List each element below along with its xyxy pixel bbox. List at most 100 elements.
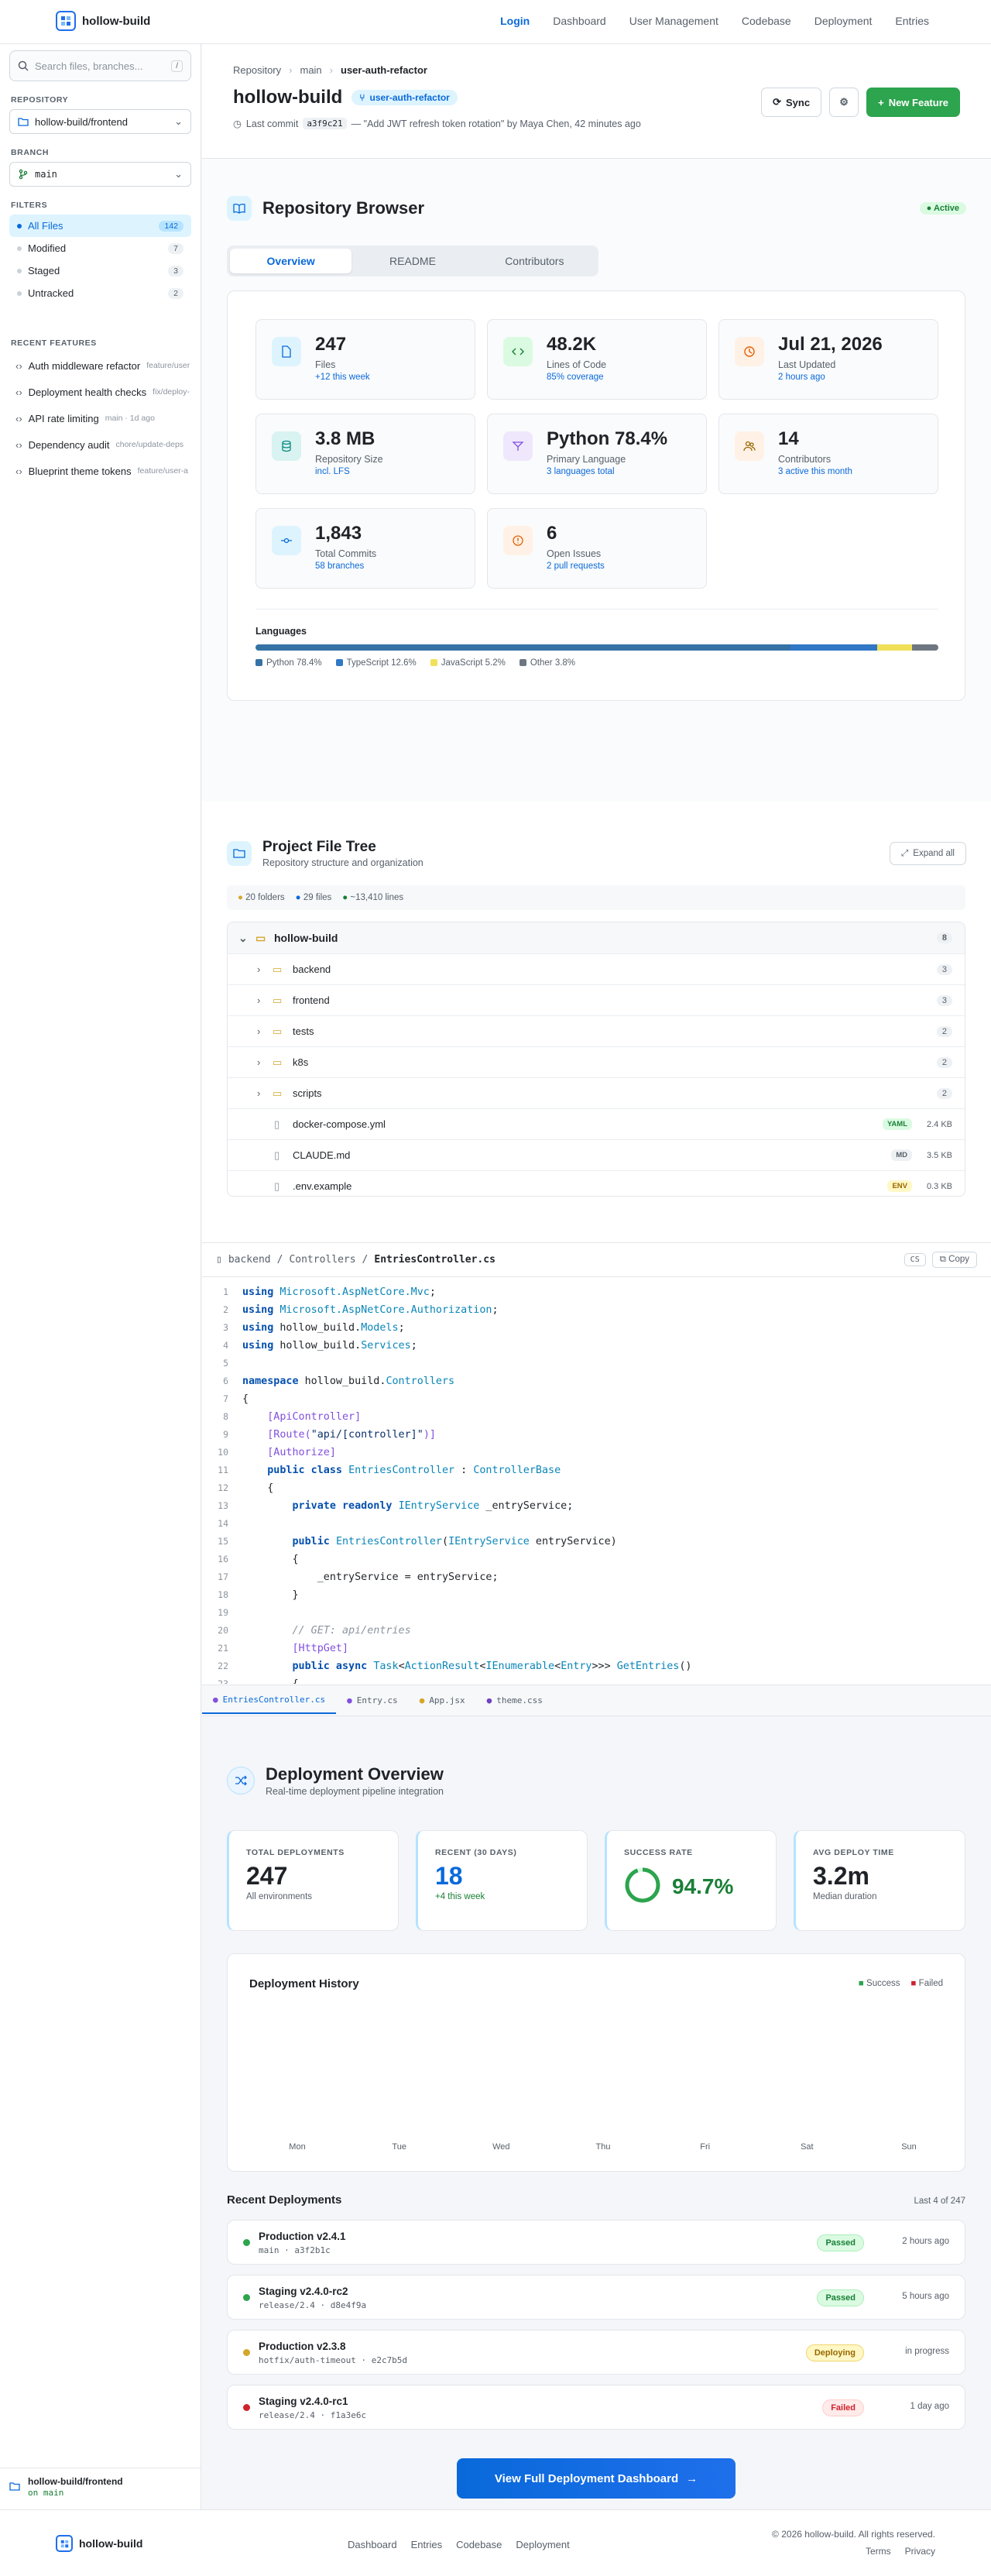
stat-sub: 3 active this month (778, 467, 852, 476)
nav-login[interactable]: Login (500, 15, 530, 27)
tree-file[interactable]: ▯ docker-compose.yml YAML 2.4 KB (228, 1108, 965, 1139)
copy-button[interactable]: ⧉ Copy (931, 1252, 977, 1268)
deployment-item[interactable]: Staging v2.4.0-rc1 release/2.4 · f1a3e6c F… (227, 2385, 965, 2430)
code-path-dir[interactable]: backend (228, 1254, 271, 1266)
repo-label: REPOSITORY (11, 95, 69, 105)
file-tab[interactable]: ● Entry.cs (336, 1688, 409, 1714)
folder-icon: ▭ (273, 963, 283, 975)
tree-folder[interactable]: › ▭ frontend 3 (228, 984, 965, 1015)
tree-title: Project File Tree (262, 839, 376, 855)
code-line: 13 private readonly IEntryService _entry… (218, 1500, 574, 1512)
code-line: 2 using Microsoft.AspNetCore.Authorizatio… (223, 1304, 499, 1316)
nav-deployment[interactable]: Deployment (814, 15, 873, 27)
tree-folder[interactable]: › ▭ backend 3 (228, 953, 965, 984)
file-tab[interactable]: ● App.jsx (409, 1688, 476, 1714)
filter-label: Staged (28, 265, 60, 276)
footer-brand[interactable]: hollow-build (56, 2535, 142, 2552)
code-line: 17 _entryService = entryService; (218, 1571, 499, 1583)
deployment-item[interactable]: Production v2.3.8 hotfix/auth-timeout · e… (227, 2330, 965, 2375)
tree-folder[interactable]: › ▭ tests 2 (228, 1015, 965, 1046)
language-icon (503, 431, 533, 461)
code-line: 7{ (223, 1393, 249, 1405)
tree-folder[interactable]: › ▭ k8s 2 (228, 1046, 965, 1077)
stat-sub: 3 languages total (547, 467, 615, 476)
footer-link[interactable]: Entries (411, 2539, 442, 2550)
sidebar-footer[interactable]: hollow-build/frontend on main (0, 2468, 201, 2509)
recent-feature[interactable]: ‹› API rate limiting main · 1d ago (9, 405, 191, 431)
file-tab-label: App.jsx (429, 1695, 465, 1705)
branch-chip[interactable]: ⑂ user-auth-refactor (351, 90, 458, 105)
recent-feature[interactable]: ‹› Blueprint theme tokens feature/user-a (9, 458, 191, 484)
code-line: 23 { (218, 1678, 298, 1684)
file-tree: ⌄ ▭ hollow-build 8 › ▭ backend 3 › ▭ frontend 3 ›… (227, 922, 965, 1197)
footer-link[interactable]: Deployment (516, 2539, 569, 2550)
deployment-branch: release/2.4 · d8e4f9a (259, 2300, 367, 2310)
code-path-dir[interactable]: Controllers (289, 1254, 355, 1266)
nav-codebase[interactable]: Codebase (742, 15, 791, 27)
file-tab[interactable]: ● theme.css (476, 1688, 554, 1714)
privacy-link[interactable]: Privacy (905, 2546, 935, 2557)
tab-overview[interactable]: Overview (230, 249, 352, 273)
branch-select[interactable]: main ⌄ (9, 162, 191, 187)
crumb-repository[interactable]: Repository (233, 64, 281, 76)
recent-feature[interactable]: ‹› Auth middleware refactor feature/user (9, 352, 191, 379)
footer-links: Dashboard Entries Codebase Deployment (348, 2539, 570, 2550)
filter-count: 3 (168, 265, 183, 276)
users-icon (735, 431, 764, 461)
footer-link[interactable]: Codebase (456, 2539, 502, 2550)
tree-file[interactable]: ▯ CLAUDE.md MD 3.5 KB (228, 1139, 965, 1170)
stat-label: Last Updated (778, 359, 836, 370)
filter-staged[interactable]: Staged 3 (9, 259, 191, 282)
tree-folder[interactable]: › ▭ scripts 2 (228, 1077, 965, 1108)
filter-all-files[interactable]: All Files 142 (9, 215, 191, 237)
status-badge: ● Active (919, 202, 966, 215)
stat-sub: 58 branches (315, 562, 365, 571)
branch-value: main (35, 169, 57, 180)
deploy-stats: TOTAL DEPLOYMENTS 247 All environments REC… (227, 1830, 965, 1931)
nav-entries[interactable]: Entries (895, 15, 929, 27)
new-feature-button[interactable]: + New Feature (866, 88, 960, 117)
overview-panel: 247 Files +12 this week 48.2K Lines of Code… (227, 290, 965, 701)
recent-feature[interactable]: ‹› Dependency audit chore/update-deps (9, 431, 191, 458)
filter-modified[interactable]: Modified 7 (9, 237, 191, 259)
language-segment (876, 644, 913, 651)
repo-select[interactable]: hollow-build/frontend ⌄ (9, 109, 191, 134)
brand[interactable]: hollow-build (56, 11, 150, 31)
crumb-sep: › (289, 64, 293, 76)
stat-success-rate: SUCCESS RATE 94.7% (605, 1830, 777, 1931)
recent-feature[interactable]: ‹› Deployment health checks fix/deploy- (9, 379, 191, 405)
filter-untracked[interactable]: Untracked 2 (9, 282, 191, 304)
footer-link[interactable]: Dashboard (348, 2539, 397, 2550)
repo-header: Repository › main › user-auth-refactor hol… (202, 44, 991, 159)
tree-file[interactable]: ▯ .env.example ENV 0.3 KB (228, 1170, 965, 1196)
x-tick-label: Thu (596, 2142, 611, 2152)
language-segment (790, 644, 877, 651)
tab-contributors[interactable]: Contributors (474, 249, 595, 273)
settings-button[interactable]: ⚙ (829, 88, 859, 117)
deployment-time: 1 day ago (910, 2402, 949, 2411)
deployment-item[interactable]: Production v2.4.1 main · a3f2b1c Passed 2 h… (227, 2220, 965, 2265)
nav-user-management[interactable]: User Management (629, 15, 718, 27)
stat-value: 14 (778, 428, 799, 449)
sync-button[interactable]: ⟳ Sync (761, 88, 822, 117)
nav-dashboard[interactable]: Dashboard (553, 15, 606, 27)
file-name: docker-compose.yml (293, 1118, 386, 1130)
file-tab[interactable]: ● EntriesController.cs (202, 1688, 337, 1714)
search-input[interactable]: Search files, branches... / (9, 50, 191, 81)
tree-root[interactable]: ⌄ ▭ hollow-build 8 (228, 922, 965, 953)
crumb-branch[interactable]: main (300, 64, 321, 76)
terms-link[interactable]: Terms (866, 2546, 891, 2557)
issue-icon (503, 526, 533, 555)
deployment-item[interactable]: Staging v2.4.0-rc2 release/2.4 · d8e4f9a P… (227, 2275, 965, 2320)
view-dashboard-button[interactable]: View Full Deployment Dashboard → (457, 2458, 736, 2499)
expand-all-button[interactable]: ⤢ Expand all (890, 842, 966, 865)
tab-readme[interactable]: README (351, 249, 473, 273)
code-line: 21 [HttpGet] (218, 1643, 349, 1654)
stat-loc: 48.2K Lines of Code 85% coverage (487, 319, 707, 400)
stat-value: 3.2m (813, 1862, 869, 1890)
commit-hash[interactable]: a3f9c21 (303, 118, 347, 129)
chevron-down-icon: ⌄ (174, 115, 183, 127)
code-icon (503, 337, 533, 366)
stat-sub: +12 this week (315, 373, 370, 382)
chevron-right-icon: › (257, 1056, 261, 1068)
